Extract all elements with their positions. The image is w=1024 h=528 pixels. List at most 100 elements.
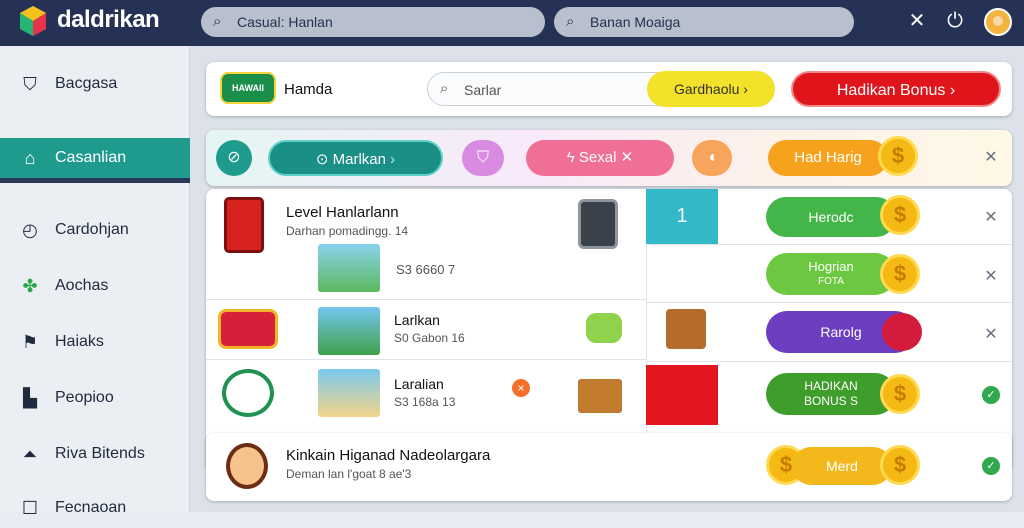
card-game-icon	[224, 197, 264, 253]
row-divider	[646, 302, 1012, 303]
sidebar-item-casanlian[interactable]: ⌂ Casanlian	[0, 138, 190, 178]
sidebar-item-label: Haiaks	[55, 333, 104, 350]
chevron-right-icon: ›	[743, 81, 748, 97]
shield-icon[interactable]: ⛉	[462, 140, 504, 176]
power-icon[interactable]: ⏻	[944, 10, 966, 32]
check-icon[interactable]: ✓	[982, 386, 1000, 404]
filter-pill-sexal[interactable]: ϟ Sexal ✕	[526, 140, 674, 176]
app-brand: daldrikan	[57, 6, 160, 33]
sidebar-item-bacgasa[interactable]: ⛉ Bacgasa	[0, 64, 190, 104]
pill-label: Hogrian	[808, 259, 854, 274]
pill-sublabel: BONUS S	[803, 394, 858, 408]
coin-icon: $	[878, 136, 918, 176]
sidebar-item-label: Fecnaoan	[55, 499, 127, 516]
close-badge-icon[interactable]: ×	[512, 379, 530, 397]
close-icon[interactable]: ✕	[982, 209, 1000, 227]
app-logo-icon	[20, 6, 46, 36]
bottom-card-title: Kinkain Higanad Nadeolargara	[286, 447, 491, 464]
sidebar-item-cardohjan[interactable]: ◴ Cardohjan	[0, 210, 190, 250]
avatar[interactable]	[984, 8, 1012, 36]
pill-label: Herodc	[808, 209, 854, 225]
box-icon	[666, 309, 706, 349]
coin-icon: $	[880, 195, 920, 235]
search-placeholder: Sarlar	[464, 82, 502, 98]
shield-icon: ⛉	[23, 74, 37, 94]
pill-hogrian[interactable]: Hogrian FOTA	[766, 253, 896, 295]
pill-sublabel: FOTA	[818, 276, 844, 287]
compass-icon: ⊙	[315, 151, 329, 168]
game-thumbnail[interactable]	[318, 369, 380, 417]
row-divider	[206, 299, 646, 300]
coin-icon: $	[880, 445, 920, 485]
search-icon: ⌕	[440, 80, 449, 97]
button-label: Gardhaolu	[674, 81, 740, 97]
button-label: Hadikan Bonus	[836, 82, 946, 99]
stack-icon	[578, 379, 622, 413]
pill-label: Merd	[826, 458, 858, 474]
row-subtitle: S0 Gabon 16	[394, 331, 465, 345]
row-divider	[206, 359, 646, 360]
pill-label: HADIKAN	[804, 379, 858, 393]
search-icon: ⌕	[566, 13, 575, 30]
hadikan-bonus-button[interactable]: Hadikan Bonus ›	[791, 71, 1001, 107]
pill-label: Sexal	[578, 149, 617, 166]
hawaii-badge: HAWAII	[220, 72, 276, 104]
main-content: HAWAII Hamda ⌕ Sarlar Gardhaolu › Hadika…	[190, 46, 1024, 512]
check-icon[interactable]: ✓	[982, 457, 1000, 475]
mascot-icon	[882, 313, 922, 351]
game-thumbnail[interactable]	[318, 244, 380, 292]
flag-icon: ⚑	[21, 332, 39, 352]
sidebar-item-peopioo[interactable]: ▙ Peopioo	[0, 378, 190, 418]
close-icon[interactable]: ✕	[906, 10, 928, 32]
pill-hadikan-bonus[interactable]: HADIKAN BONUS S	[766, 373, 896, 415]
clock-icon: ◴	[22, 220, 38, 240]
wallet-icon	[586, 313, 622, 343]
brand-logo-icon	[222, 369, 274, 417]
search-placeholder: Banan Moaiga	[590, 14, 681, 30]
close-icon[interactable]: ✕	[982, 268, 1000, 286]
number-tile[interactable]: 1	[646, 189, 718, 244]
character-avatar-icon	[226, 443, 268, 489]
list-card: Level Hanlarlann Darhan pomadingg. 14 S3…	[206, 189, 1012, 471]
close-icon[interactable]: ✕	[982, 149, 1000, 167]
clover-icon: ✤	[22, 276, 38, 296]
pill-herodc[interactable]: Herodc	[766, 197, 896, 237]
pill-label: Marlkan	[332, 151, 386, 168]
square-icon: ☐	[21, 498, 39, 518]
row-subtitle: Darhan pomadingg. 14	[286, 224, 409, 238]
home-icon: ⌂	[24, 148, 36, 168]
gardhaolu-button[interactable]: Gardhaolu ›	[647, 71, 775, 107]
close-icon: ✕	[620, 149, 634, 166]
sidebar-item-label: Peopioo	[55, 389, 114, 406]
sidebar-item-label: Aochas	[55, 277, 109, 294]
game-thumbnail[interactable]	[318, 307, 380, 355]
no-image-icon[interactable]: ⊘	[216, 140, 252, 176]
coin-icon: $	[880, 374, 920, 414]
promo-tile[interactable]	[646, 365, 718, 425]
search-input-secondary[interactable]: ⌕ Banan Moaiga	[554, 7, 854, 37]
sidebar-item-label: Casanlian	[55, 149, 127, 166]
bottom-card: Kinkain Higanad Nadeolargara Deman lan l…	[206, 433, 1012, 501]
pill-label: Had Harig	[794, 149, 862, 166]
pill-merd[interactable]: Merd	[792, 447, 892, 485]
sidebar-item-haiaks[interactable]: ⚑ Haiaks	[0, 322, 190, 362]
search-placeholder: Casual: Hanlan	[237, 14, 333, 30]
row-divider	[646, 244, 1012, 245]
sidebar-item-label: Riva Bitends	[55, 445, 145, 462]
close-icon[interactable]: ✕	[982, 326, 1000, 344]
sidebar-item-fecnaoan[interactable]: ☐ Fecnaoan	[0, 488, 190, 528]
filter-pill-had-harig[interactable]: Had Harig	[768, 140, 888, 176]
chevron-right-icon: ›	[949, 82, 956, 99]
sidebar-item-aochas[interactable]: ✤ Aochas	[0, 266, 190, 306]
row-title: Level Hanlarlann	[286, 204, 399, 221]
sidebar-item-label: Bacgasa	[55, 75, 118, 92]
bell-icon: ⏶	[22, 444, 38, 464]
search-input-casual[interactable]: ⌕ Casual: Hanlan	[201, 7, 545, 37]
row-subtitle: S3 168a 13	[394, 395, 456, 409]
filter-pill-marlkan[interactable]: ⊙ Marlkan ›	[268, 140, 443, 176]
sidebar-item-riva-bitends[interactable]: ⏶ Riva Bitends	[0, 434, 190, 474]
top-bar: daldrikan ⌕ Casual: Hanlan ⌕ Banan Moaig…	[0, 0, 1024, 46]
sidebar-item-label: Cardohjan	[55, 221, 129, 238]
row-code: S3 6660 7	[396, 262, 456, 277]
badge-icon[interactable]: ◖	[692, 140, 732, 176]
